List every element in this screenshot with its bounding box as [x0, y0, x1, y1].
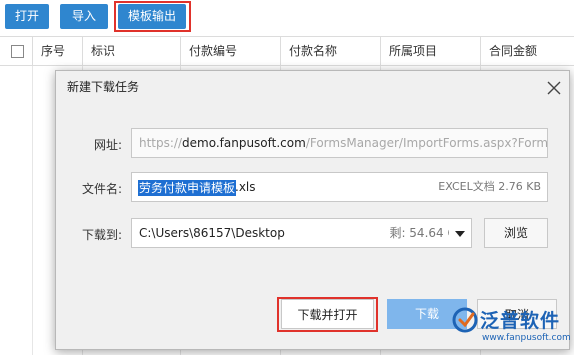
column-header-project[interactable]: 所属项目: [380, 37, 480, 65]
url-path: /FormsManager/ImportForms.aspx?FormI: [305, 136, 547, 150]
logo-icon: [452, 307, 478, 333]
url-field[interactable]: https://demo.fanpusoft.com/FormsManager/…: [131, 128, 548, 158]
toolbar: 打开 导入 模板输出: [0, 0, 574, 34]
save-path-text: C:\Users\86157\Desktop: [139, 226, 285, 240]
filename-label: 文件名:: [81, 182, 122, 196]
grid-divider: [32, 66, 33, 355]
select-all-cell: [0, 37, 32, 65]
save-to-label: 下载到:: [81, 228, 122, 242]
column-header-seq[interactable]: 序号: [32, 37, 82, 65]
column-header-amount[interactable]: 合同金额: [480, 37, 574, 65]
column-header-name[interactable]: 付款名称: [280, 37, 380, 65]
close-icon[interactable]: [543, 77, 565, 99]
column-header-flag[interactable]: 标识: [82, 37, 180, 65]
column-header-code[interactable]: 付款编号: [180, 37, 280, 65]
filename-input[interactable]: 劳务付款申请模板 .xls EXCEL文档 2.76 KB: [131, 172, 548, 202]
download-and-open-button[interactable]: 下载并打开: [281, 299, 374, 329]
dialog-titlebar[interactable]: 新建下载任务: [56, 71, 569, 104]
file-type-size: EXCEL文档 2.76 KB: [438, 180, 541, 193]
dropdown-arrow-icon[interactable]: [449, 218, 472, 248]
brand-name: 泛普软件: [480, 310, 561, 332]
brand-watermark: 泛普软件 www.fanpusoft.com: [448, 302, 574, 355]
filename-selected-text: 劳务付款申请模板: [138, 180, 237, 196]
template-export-button[interactable]: 模板输出: [118, 4, 186, 29]
brand-url: www.fanpusoft.com: [482, 333, 571, 343]
select-all-checkbox[interactable]: [11, 45, 24, 58]
import-button[interactable]: 导入: [60, 4, 108, 29]
dialog-title: 新建下载任务: [67, 80, 140, 94]
table-header: 序号 标识 付款编号 付款名称 所属项目 合同金额: [0, 36, 574, 66]
url-label: 网址:: [93, 138, 122, 152]
browse-button[interactable]: 浏览: [484, 218, 548, 248]
open-button[interactable]: 打开: [5, 4, 49, 29]
url-scheme: https://: [139, 136, 183, 150]
save-path-input[interactable]: C:\Users\86157\Desktop 剩: 54.64 GB: [131, 218, 470, 248]
filename-extension: .xls: [235, 180, 256, 194]
url-host: demo.fanpusoft.com: [182, 136, 306, 150]
